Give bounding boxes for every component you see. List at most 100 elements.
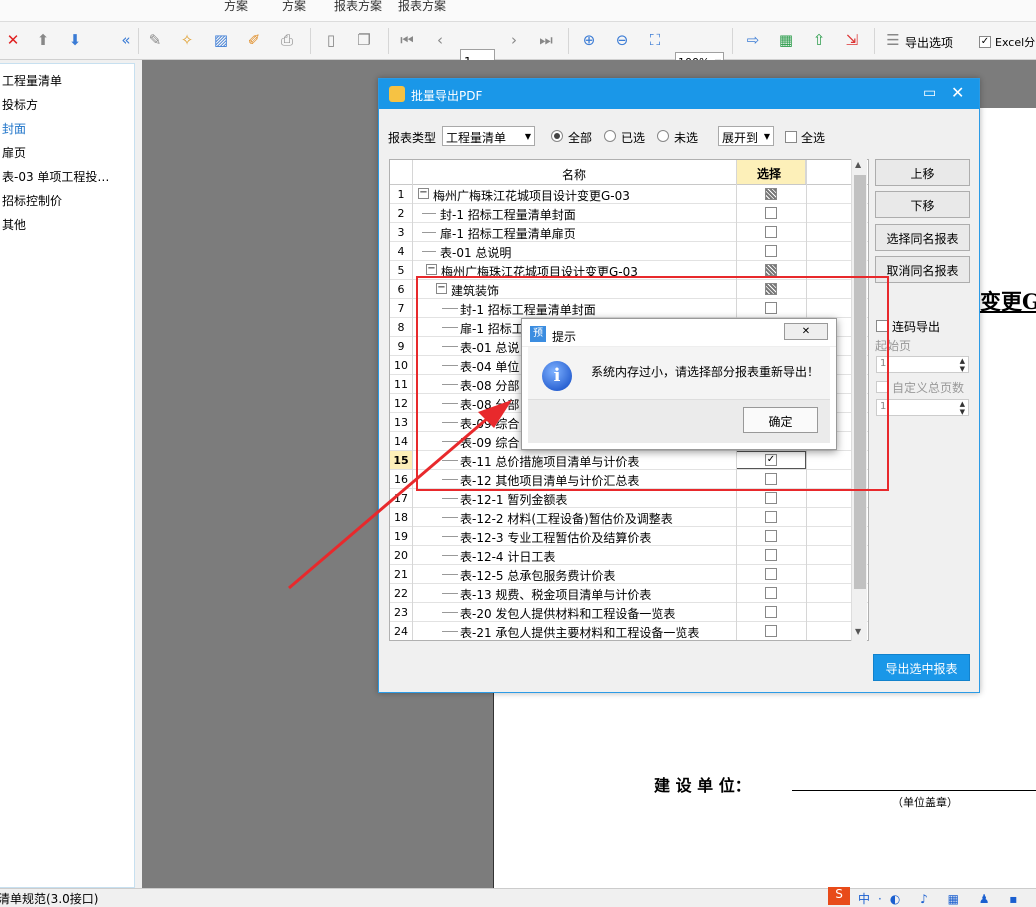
select-all-checkbox[interactable]: [785, 131, 797, 143]
tree-collapse-icon[interactable]: −: [418, 188, 429, 199]
select-checkbox[interactable]: [765, 188, 777, 200]
select-checkbox[interactable]: [765, 302, 777, 314]
last-page-icon[interactable]: ⏭: [537, 31, 555, 49]
table-row[interactable]: 17 表-12-1 暂列金额表: [390, 489, 868, 508]
select-checkbox[interactable]: [765, 283, 777, 295]
prev-page-icon[interactable]: ‹: [431, 31, 449, 49]
export-pdf-icon[interactable]: ⇲: [843, 31, 861, 49]
excel-checkbox[interactable]: ✓: [979, 36, 991, 48]
grid-scrollbar[interactable]: ▲ ▼: [851, 159, 867, 641]
fit-page-icon[interactable]: ⛶: [646, 31, 664, 49]
table-row[interactable]: 1 − 梅州广梅珠江花城项目设计变更G-03: [390, 185, 868, 204]
sidebar-item[interactable]: 工程量清单: [2, 72, 62, 89]
scrollbar-thumb[interactable]: [854, 175, 866, 589]
zoom-in-icon[interactable]: ⊕: [580, 31, 598, 49]
table-row[interactable]: 24 表-21 承包人提供主要材料和工程设备一览表: [390, 622, 868, 640]
select-checkbox[interactable]: [765, 568, 777, 580]
table-row[interactable]: 5 − 梅州广梅珠江花城项目设计变更G-03: [390, 261, 868, 280]
scroll-up-icon[interactable]: ▲: [855, 160, 861, 169]
close-icon[interactable]: ✕: [951, 83, 964, 102]
close-icon[interactable]: ✕: [4, 31, 22, 49]
radio-all[interactable]: [551, 130, 563, 142]
move-down-button[interactable]: 下移: [875, 191, 970, 218]
close-icon[interactable]: ✕: [784, 323, 828, 340]
radio-unselected[interactable]: [657, 130, 669, 142]
first-page-icon[interactable]: ⏮: [398, 31, 416, 49]
table-row[interactable]: 18 表-12-2 材料(工程设备)暂估价及调整表: [390, 508, 868, 527]
next-page-icon[interactable]: ›: [505, 31, 523, 49]
top-tab[interactable]: 报表方案: [334, 0, 382, 14]
cancel-same-name-button[interactable]: 取消同名报表: [875, 256, 970, 283]
select-checkbox[interactable]: [765, 511, 777, 523]
table-row[interactable]: 23 表-20 发包人提供材料和工程设备一览表: [390, 603, 868, 622]
export-options-button[interactable]: 导出选项: [905, 34, 953, 51]
select-checkbox[interactable]: [765, 207, 777, 219]
tree-collapse-icon[interactable]: −: [436, 283, 447, 294]
table-row[interactable]: 15 表-11 总价措施项目清单与计价表 ✓: [390, 451, 868, 470]
sidebar-item[interactable]: 投标方: [2, 96, 38, 113]
report-name: 梅州广梅珠江花城项目设计变更G-03: [433, 189, 630, 203]
select-checkbox[interactable]: [765, 530, 777, 542]
table-row[interactable]: 16 表-12 其他项目清单与计价汇总表: [390, 470, 868, 489]
custom-total-checkbox[interactable]: [876, 381, 888, 393]
paste-icon[interactable]: ❐: [355, 31, 373, 49]
top-tab[interactable]: 方案: [224, 0, 248, 14]
top-tab[interactable]: 方案: [282, 0, 306, 14]
expand-to-select[interactable]: 展开到 ▼: [718, 126, 774, 146]
arrow-down-icon[interactable]: ⬇: [66, 31, 84, 49]
wand-icon[interactable]: ✧: [178, 31, 196, 49]
collapse-left-icon[interactable]: «: [117, 31, 135, 49]
select-checkbox[interactable]: [765, 549, 777, 561]
tree-collapse-icon[interactable]: −: [426, 264, 437, 275]
continuous-export-checkbox[interactable]: [876, 320, 888, 332]
table-row[interactable]: 22 表-13 规费、税金项目清单与计价表: [390, 584, 868, 603]
select-checkbox[interactable]: [765, 625, 777, 637]
zoom-out-icon[interactable]: ⊖: [613, 31, 631, 49]
row-number: 4: [397, 245, 405, 258]
ime-toolbar-icons[interactable]: 中·◐ ♪ ▦ ♟ ▪: [858, 890, 1025, 907]
table-row[interactable]: 21 表-12-5 总承包服务费计价表: [390, 565, 868, 584]
print-icon[interactable]: ⎙: [278, 31, 296, 49]
move-up-button[interactable]: 上移: [875, 159, 970, 186]
select-same-name-button[interactable]: 选择同名报表: [875, 224, 970, 251]
table-row[interactable]: 20 表-12-4 计日工表: [390, 546, 868, 565]
export-selected-button[interactable]: 导出选中报表: [873, 654, 970, 681]
design-icon[interactable]: ✐: [245, 31, 263, 49]
page-setup-icon[interactable]: ▨: [212, 31, 230, 49]
table-row[interactable]: 3 扉-1 招标工程量清单扉页: [390, 223, 868, 242]
select-checkbox[interactable]: [765, 492, 777, 504]
table-row[interactable]: 6 − 建筑装饰: [390, 280, 868, 299]
export-options-icon[interactable]: ☰: [884, 31, 902, 49]
maximize-icon[interactable]: ▭: [923, 85, 936, 101]
sidebar-item[interactable]: 封面: [2, 120, 26, 137]
sidebar-item[interactable]: 表-03 单项工程投…: [2, 168, 109, 185]
table-row[interactable]: 2 封-1 招标工程量清单封面: [390, 204, 868, 223]
ime-logo-icon[interactable]: S: [828, 887, 850, 905]
select-checkbox[interactable]: [765, 606, 777, 618]
export-word-icon[interactable]: ▦: [777, 31, 795, 49]
arrow-up-icon[interactable]: ⬆: [34, 31, 52, 49]
total-pages-input[interactable]: 1 ▲ ▼: [876, 399, 969, 416]
table-row[interactable]: 4 表-01 总说明: [390, 242, 868, 261]
edit-icon[interactable]: ✎: [146, 31, 164, 49]
export-excel-icon[interactable]: ⇨: [744, 31, 762, 49]
ok-button[interactable]: 确定: [743, 407, 818, 433]
sidebar-item[interactable]: 扉页: [2, 144, 26, 161]
radio-selected[interactable]: [604, 130, 616, 142]
table-row[interactable]: 7 封-1 招标工程量清单封面: [390, 299, 868, 318]
report-type-select[interactable]: 工程量清单 ▼: [442, 126, 535, 146]
start-page-input[interactable]: 1 ▲ ▼: [876, 356, 969, 373]
top-tab[interactable]: 报表方案: [398, 0, 446, 14]
select-checkbox[interactable]: ✓: [765, 454, 777, 466]
copy-icon[interactable]: ▯: [322, 31, 340, 49]
scroll-down-icon[interactable]: ▼: [855, 627, 861, 636]
select-checkbox[interactable]: [765, 473, 777, 485]
sidebar-item[interactable]: 招标控制价: [2, 192, 62, 209]
export-batch-icon[interactable]: ⇧: [810, 31, 828, 49]
table-row[interactable]: 19 表-12-3 专业工程暂估价及结算价表: [390, 527, 868, 546]
select-checkbox[interactable]: [765, 245, 777, 257]
select-checkbox[interactable]: [765, 264, 777, 276]
select-checkbox[interactable]: [765, 587, 777, 599]
sidebar-item[interactable]: 其他: [2, 216, 26, 233]
select-checkbox[interactable]: [765, 226, 777, 238]
